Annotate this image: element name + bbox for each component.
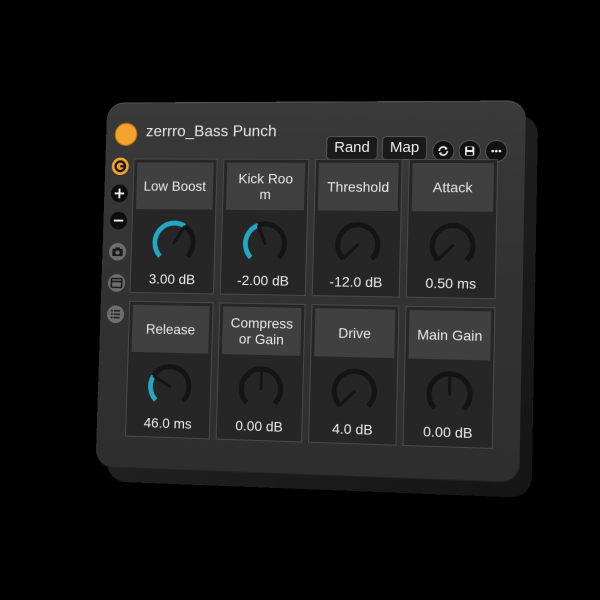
knob-panel: Threshold -12.0 dB: [311, 158, 403, 298]
knob-fill: [154, 223, 184, 257]
power-button[interactable]: [115, 123, 137, 145]
knob-label: Release: [145, 320, 196, 338]
knob[interactable]: [238, 217, 292, 271]
knob-panel: Release 46.0 ms: [125, 300, 214, 440]
knob-value: -12.0 dB: [329, 273, 383, 291]
knob-label-box: Compressor Gain: [221, 306, 302, 356]
knob-value: 4.0 dB: [331, 420, 373, 438]
knob-panel: Compressor Gain 0.00 dB: [215, 302, 306, 443]
rand-button[interactable]: Rand: [326, 137, 378, 159]
knob[interactable]: [143, 359, 197, 414]
knob-value: -2.00 dB: [236, 272, 290, 289]
knob-label: Drive: [338, 324, 372, 342]
knob[interactable]: [234, 361, 288, 416]
knob-track: [150, 366, 189, 401]
knob-value: 3.00 dB: [148, 270, 196, 288]
knob-label-box: Main Gain: [408, 309, 492, 361]
knob-label: Kick Room: [238, 170, 294, 203]
knob-label-box: Attack: [411, 162, 495, 212]
knob-fill: [245, 225, 258, 257]
knob-pointer: [259, 369, 264, 391]
knob-label-box: Kick Room: [225, 162, 306, 211]
knob-label-box: Drive: [314, 308, 396, 359]
device-title: zerrro_Bass Punch: [145, 123, 277, 141]
knob-label-box: Threshold: [317, 162, 399, 212]
knob[interactable]: [327, 364, 382, 420]
plus-icon[interactable]: [110, 184, 129, 204]
knob-fill: [150, 376, 156, 400]
knob[interactable]: [424, 218, 480, 273]
knob-track: [334, 371, 375, 407]
knob-label: Low Boost: [143, 177, 207, 194]
knob-panel: Drive 4.0 dB: [308, 304, 400, 446]
knob-panel: Main Gain 0.00 dB: [402, 305, 496, 449]
knob-panel: Attack 0.50 ms: [405, 158, 499, 300]
knob-value: 46.0 ms: [143, 414, 192, 432]
plugin-device: zerrro_Bass Punch Rand Map Low Boost 3.0…: [95, 100, 539, 499]
orange-logo-icon[interactable]: [111, 157, 130, 176]
knob-label: Main Gain: [417, 326, 483, 344]
knob-label-box: Low Boost: [135, 162, 214, 210]
knob[interactable]: [330, 217, 385, 272]
list-icon[interactable]: [106, 304, 126, 324]
knob-track: [337, 225, 378, 260]
knob-value: 0.50 ms: [425, 274, 477, 292]
stage: zerrro_Bass Punch Rand Map Low Boost 3.0…: [0, 0, 600, 600]
knob-pointer: [344, 245, 358, 259]
camera-icon[interactable]: [108, 242, 128, 262]
knob-pointer: [340, 391, 354, 405]
device-face: zerrro_Bass Punch Rand Map Low Boost 3.0…: [95, 100, 527, 484]
knob-panel: Kick Room -2.00 dB: [219, 158, 310, 296]
minus-icon[interactable]: [109, 211, 128, 231]
knob-value: 0.00 dB: [235, 417, 283, 435]
knob[interactable]: [147, 216, 200, 269]
map-button[interactable]: Map: [382, 136, 427, 160]
title-bar: zerrro_Bass Punch Rand Map: [106, 101, 526, 162]
knob-value: 0.00 dB: [422, 423, 473, 442]
knob-label: Attack: [432, 179, 473, 196]
knob-panel: Low Boost 3.00 dB: [129, 158, 218, 295]
knob-pointer: [439, 246, 453, 260]
knob-pointer: [174, 227, 184, 243]
knob-pointer: [258, 226, 265, 244]
knob[interactable]: [421, 366, 477, 423]
knob-label-box: Release: [131, 304, 210, 354]
knob-pointer: [154, 376, 170, 386]
knob-label: Compressor Gain: [230, 314, 294, 348]
knob-track: [432, 225, 473, 260]
knob-label: Threshold: [326, 178, 390, 195]
window-icon[interactable]: [107, 273, 127, 293]
